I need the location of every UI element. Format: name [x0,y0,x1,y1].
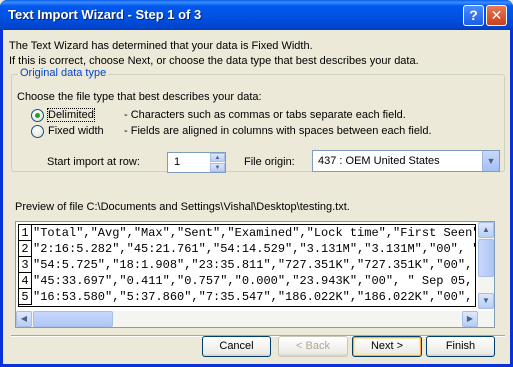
cancel-button[interactable]: Cancel [202,336,271,357]
preview-row: 3 "54:5.725","18:1.908","23:35.811","727… [19,257,476,273]
row-text: "45:33.697","0.411","0.757","0.000","23.… [33,274,476,288]
fixed-width-radio[interactable] [31,125,44,138]
close-button[interactable]: ✕ [486,5,507,26]
delimited-label[interactable]: Delimited [47,108,95,122]
spin-up-icon[interactable]: ▲ [210,153,225,162]
vertical-scrollbar[interactable]: ▲ ▼ [478,222,494,309]
horizontal-scroll-thumb[interactable] [33,311,113,327]
scroll-left-icon[interactable]: ◀ [16,311,32,327]
row-text: "54:5.725","18:1.908","23:35.811","727.3… [33,258,476,272]
row-number: 2 [19,241,32,257]
intro-line-2: If this is correct, choose Next, or choo… [9,55,419,67]
title-bar[interactable]: Text Import Wizard - Step 1 of 3 ? ✕ [0,0,513,30]
row-number: 3 [19,257,32,273]
row-text: "16:53.580","5:37.860","7:35.547","186.0… [33,290,476,304]
preview-row: 4 "45:33.697","0.411","0.757","0.000","2… [19,273,476,289]
window-title: Text Import Wizard - Step 1 of 3 [8,7,202,22]
vertical-scroll-thumb[interactable] [478,239,494,277]
delimited-description: - Characters such as commas or tabs sepa… [124,109,406,121]
file-origin-label: File origin: [244,156,295,168]
row-text: "2:16:5.282","45:21.761","54:14.529","3.… [33,242,476,256]
preview-label: Preview of file C:\Documents and Setting… [15,201,350,213]
preview-row: 1 "Total","Avg","Max","Sent","Examined",… [19,225,476,241]
scroll-up-icon[interactable]: ▲ [478,222,494,238]
spin-down-icon[interactable]: ▼ [210,163,225,172]
row-number: 5 [19,289,32,305]
row-number: 4 [19,273,32,289]
preview-row: 5 "16:53.580","5:37.860","7:35.547","186… [19,289,476,305]
delimited-radio[interactable] [31,109,44,122]
scroll-down-icon[interactable]: ▼ [478,293,494,309]
fixed-width-label[interactable]: Fixed width [48,125,104,137]
start-row-value[interactable]: 1 [174,156,180,168]
next-button[interactable]: Next > [352,336,422,357]
finish-button[interactable]: Finish [426,336,495,357]
back-button[interactable]: < Back [278,336,348,357]
row-number: 1 [19,225,32,241]
file-origin-value: 437 : OEM United States [318,155,440,167]
file-type-prompt: Choose the file type that best describes… [17,91,262,103]
start-import-label: Start import at row: [47,156,140,168]
preview-row: 2 "2:16:5.282","45:21.761","54:14.529","… [19,241,476,257]
group-title: Original data type [18,67,109,79]
preview-grid: 1 "Total","Avg","Max","Sent","Examined",… [18,224,476,307]
horizontal-scrollbar[interactable]: ◀ ▶ [16,311,494,327]
file-origin-select[interactable]: 437 : OEM United States ▼ [312,150,500,172]
dialog-body: The Text Wizard has determined that your… [3,30,510,364]
start-row-spinner[interactable]: 1 ▲ ▼ [167,152,226,173]
text-import-wizard-dialog: Text Import Wizard - Step 1 of 3 ? ✕ The… [0,0,513,367]
scroll-right-icon[interactable]: ▶ [462,311,478,327]
file-preview[interactable]: 1 "Total","Avg","Max","Sent","Examined",… [15,221,495,328]
row-text: "Total","Avg","Max","Sent","Examined","L… [33,226,476,240]
help-button[interactable]: ? [463,5,484,26]
fixed-width-description: - Fields are aligned in columns with spa… [124,125,432,137]
intro-line-1: The Text Wizard has determined that your… [9,40,313,52]
chevron-down-icon[interactable]: ▼ [482,151,499,171]
